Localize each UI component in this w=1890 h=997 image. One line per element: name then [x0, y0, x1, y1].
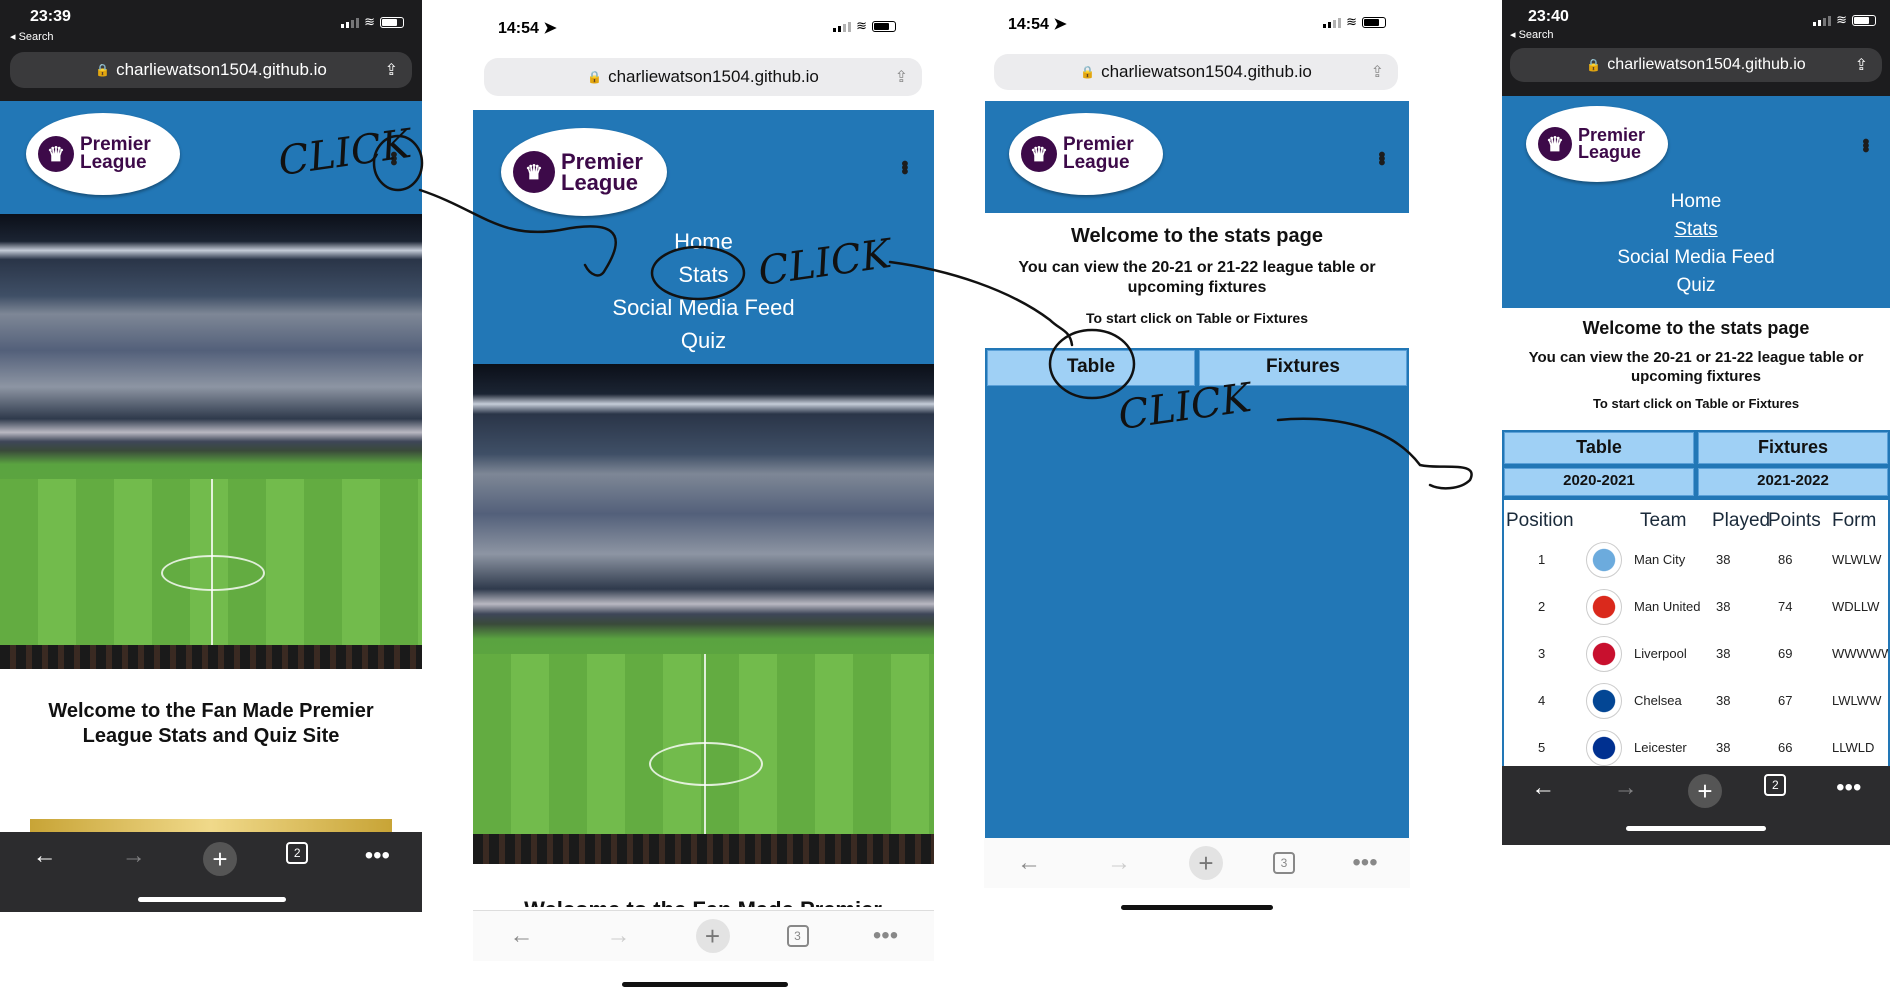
- circle-table-button: [1048, 328, 1136, 400]
- circle-menu-icon: [372, 134, 424, 192]
- arrow-to-league-table: [1276, 417, 1473, 490]
- handwritten-arrows: [372, 134, 1473, 490]
- circle-stats-link: [650, 245, 746, 301]
- arrow-to-stats: [418, 188, 617, 277]
- arrow-to-table: [888, 260, 1074, 347]
